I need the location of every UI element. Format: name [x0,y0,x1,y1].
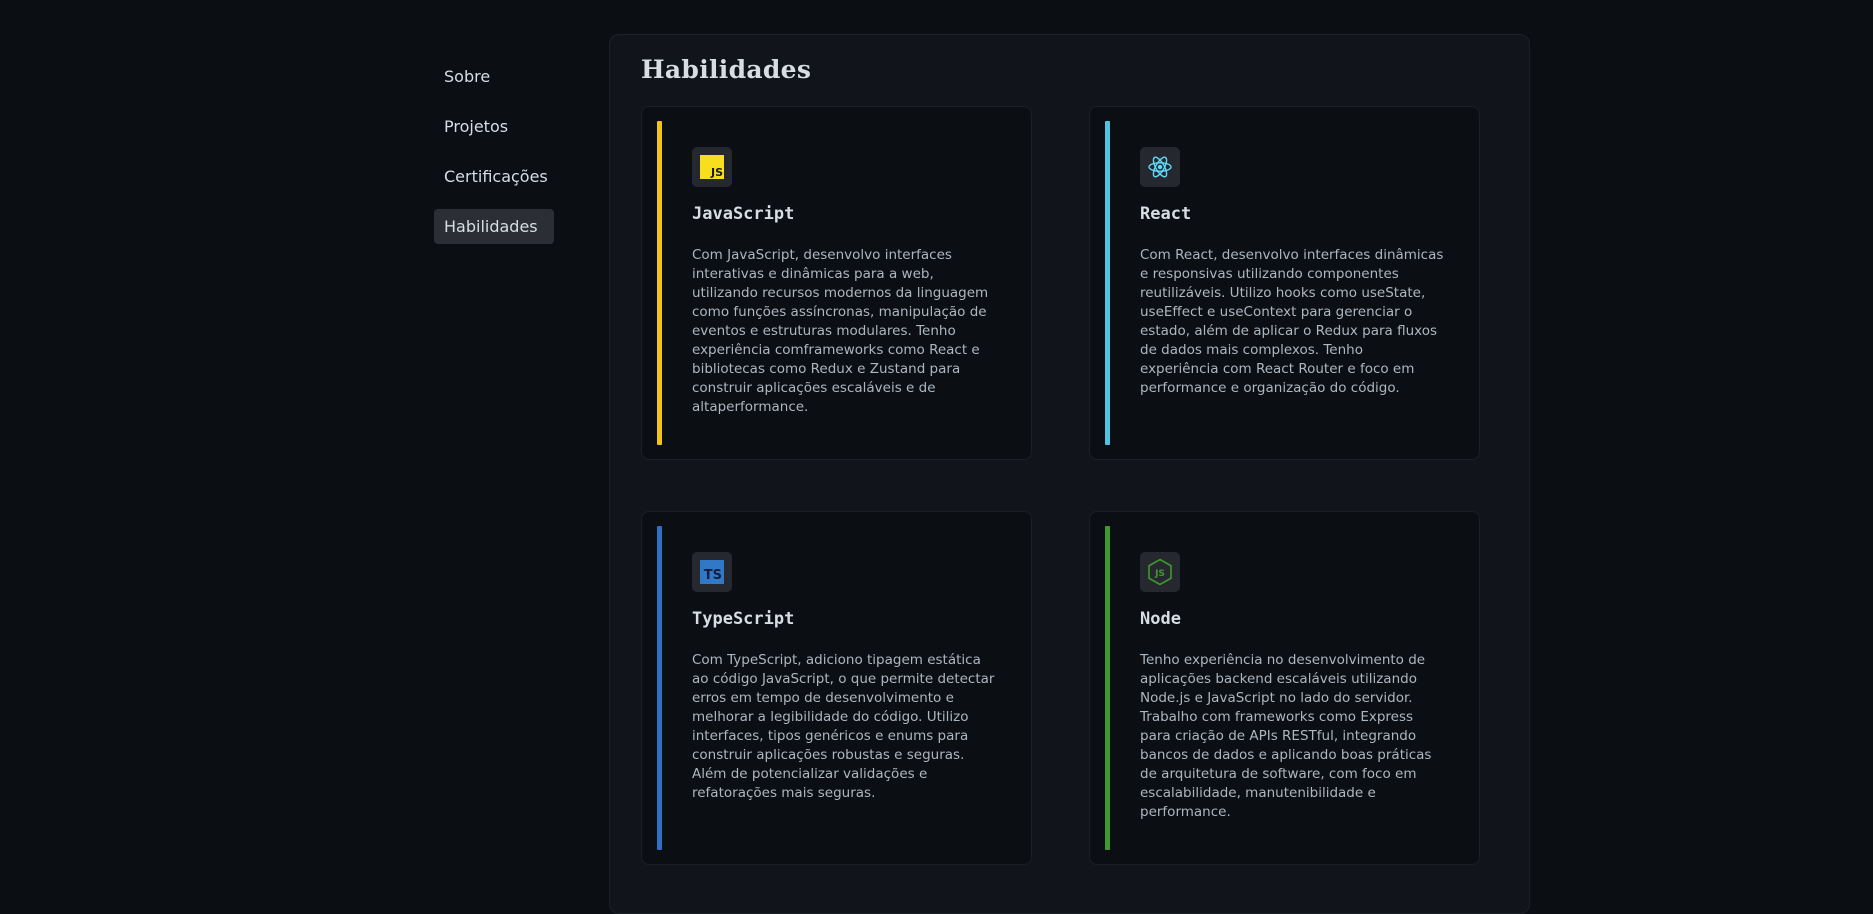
nav-item-projetos[interactable]: Projetos [434,109,554,144]
skill-card-react: React Com React, desenvolvo interfaces d… [1089,106,1480,460]
sidebar-nav: Sobre Projetos Certificações Habilidades [434,59,554,259]
react-icon [1140,147,1180,187]
typescript-icon: TS [692,552,732,592]
skill-name: TypeScript [692,609,795,629]
skill-card-typescript: TS TypeScript Com TypeScript, adiciono t… [641,511,1032,865]
skill-description: Com TypeScript, adiciono tipagem estátic… [692,652,995,801]
nav-item-certificacoes[interactable]: Certificações [434,159,554,194]
skill-name: JavaScript [692,204,795,224]
card-accent-bar [657,526,662,850]
nodejs-icon: JS [1140,552,1180,592]
skill-description: Com JavaScript, desenvolvo interfaces in… [692,247,989,415]
svg-text:JS: JS [1154,569,1165,579]
skill-description: Tenho experiência no desenvolvimento de … [1140,652,1432,820]
skill-name: React [1140,204,1192,224]
card-accent-bar [1105,121,1110,445]
javascript-icon: JS [692,147,732,187]
section-title: Habilidades [641,55,812,84]
card-accent-bar [657,121,662,445]
skill-description: Com React, desenvolvo interfaces dinâmic… [1140,247,1444,396]
nav-item-sobre[interactable]: Sobre [434,59,554,94]
nav-item-habilidades[interactable]: Habilidades [434,209,554,244]
skill-card-node: JS Node Tenho experiência no desenvolvim… [1089,511,1480,865]
card-accent-bar [1105,526,1110,850]
skill-name: Node [1140,609,1181,629]
skill-card-javascript: JS JavaScript Com JavaScript, desenvolvo… [641,106,1032,460]
skills-panel: Habilidades JS JavaScript Com JavaScript… [609,34,1530,914]
